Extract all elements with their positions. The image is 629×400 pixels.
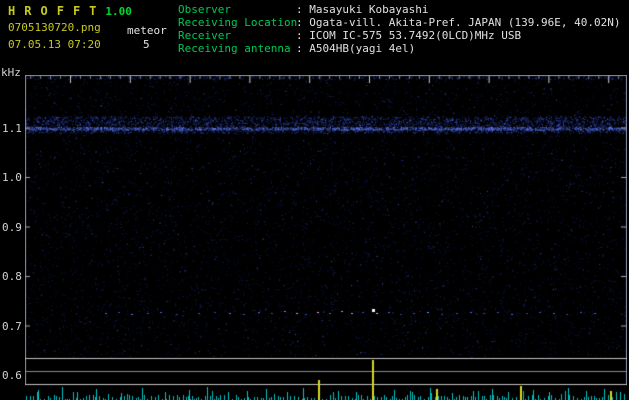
freq-tick-label: 0.7 [2, 320, 21, 333]
info-value: : A504HB(yagi 4el) [296, 42, 415, 55]
meteor-label: meteor [127, 25, 167, 36]
title-letter: F [73, 4, 80, 18]
info-label: Receiver [178, 29, 296, 42]
app-version: 1.00 [105, 5, 132, 18]
info-label: Receiving Location [178, 16, 296, 29]
info-label: Observer [178, 3, 296, 16]
freq-tick-label: 0.9 [2, 221, 21, 234]
info-value: : Masayuki Kobayashi [296, 3, 428, 16]
info-row-antenna: Receiving antenna: A504HB(yagi 4el) [178, 42, 621, 55]
station-info: Observer: Masayuki Kobayashi Receiving L… [178, 3, 621, 55]
spectrogram-canvas [25, 75, 627, 400]
title-letter: H [8, 4, 15, 18]
title-letter: T [89, 4, 96, 18]
info-row-location: Receiving Location: Ogata-vill. Akita-Pr… [178, 16, 621, 29]
freq-tick-label: 0.8 [2, 270, 21, 283]
freq-tick-label: 0.6 [2, 369, 21, 382]
freq-unit-label: kHz [1, 66, 21, 79]
title-letter: F [57, 4, 64, 18]
info-row-observer: Observer: Masayuki Kobayashi [178, 3, 621, 16]
info-value: : ICOM IC-575 53.7492(0LCD)MHz USB [296, 29, 521, 42]
title-letter: O [40, 4, 47, 18]
title-letter: R [24, 4, 31, 18]
info-value: : Ogata-vill. Akita-Pref. JAPAN (139.96E… [296, 16, 621, 29]
info-row-receiver: Receiver: ICOM IC-575 53.7492(0LCD)MHz U… [178, 29, 621, 42]
app-title: HROFFT1.00 [8, 4, 132, 18]
output-filename: 0705130720.png [8, 22, 101, 33]
meteor-count: 5 [143, 39, 150, 50]
info-label: Receiving antenna [178, 42, 296, 55]
hrofft-output-window: HROFFT1.00 0705130720.png meteor 07.05.1… [0, 0, 629, 400]
freq-tick-label: 1.1 [2, 122, 21, 135]
freq-tick-label: 1.0 [2, 171, 21, 184]
datetime: 07.05.13 07:20 [8, 39, 101, 50]
